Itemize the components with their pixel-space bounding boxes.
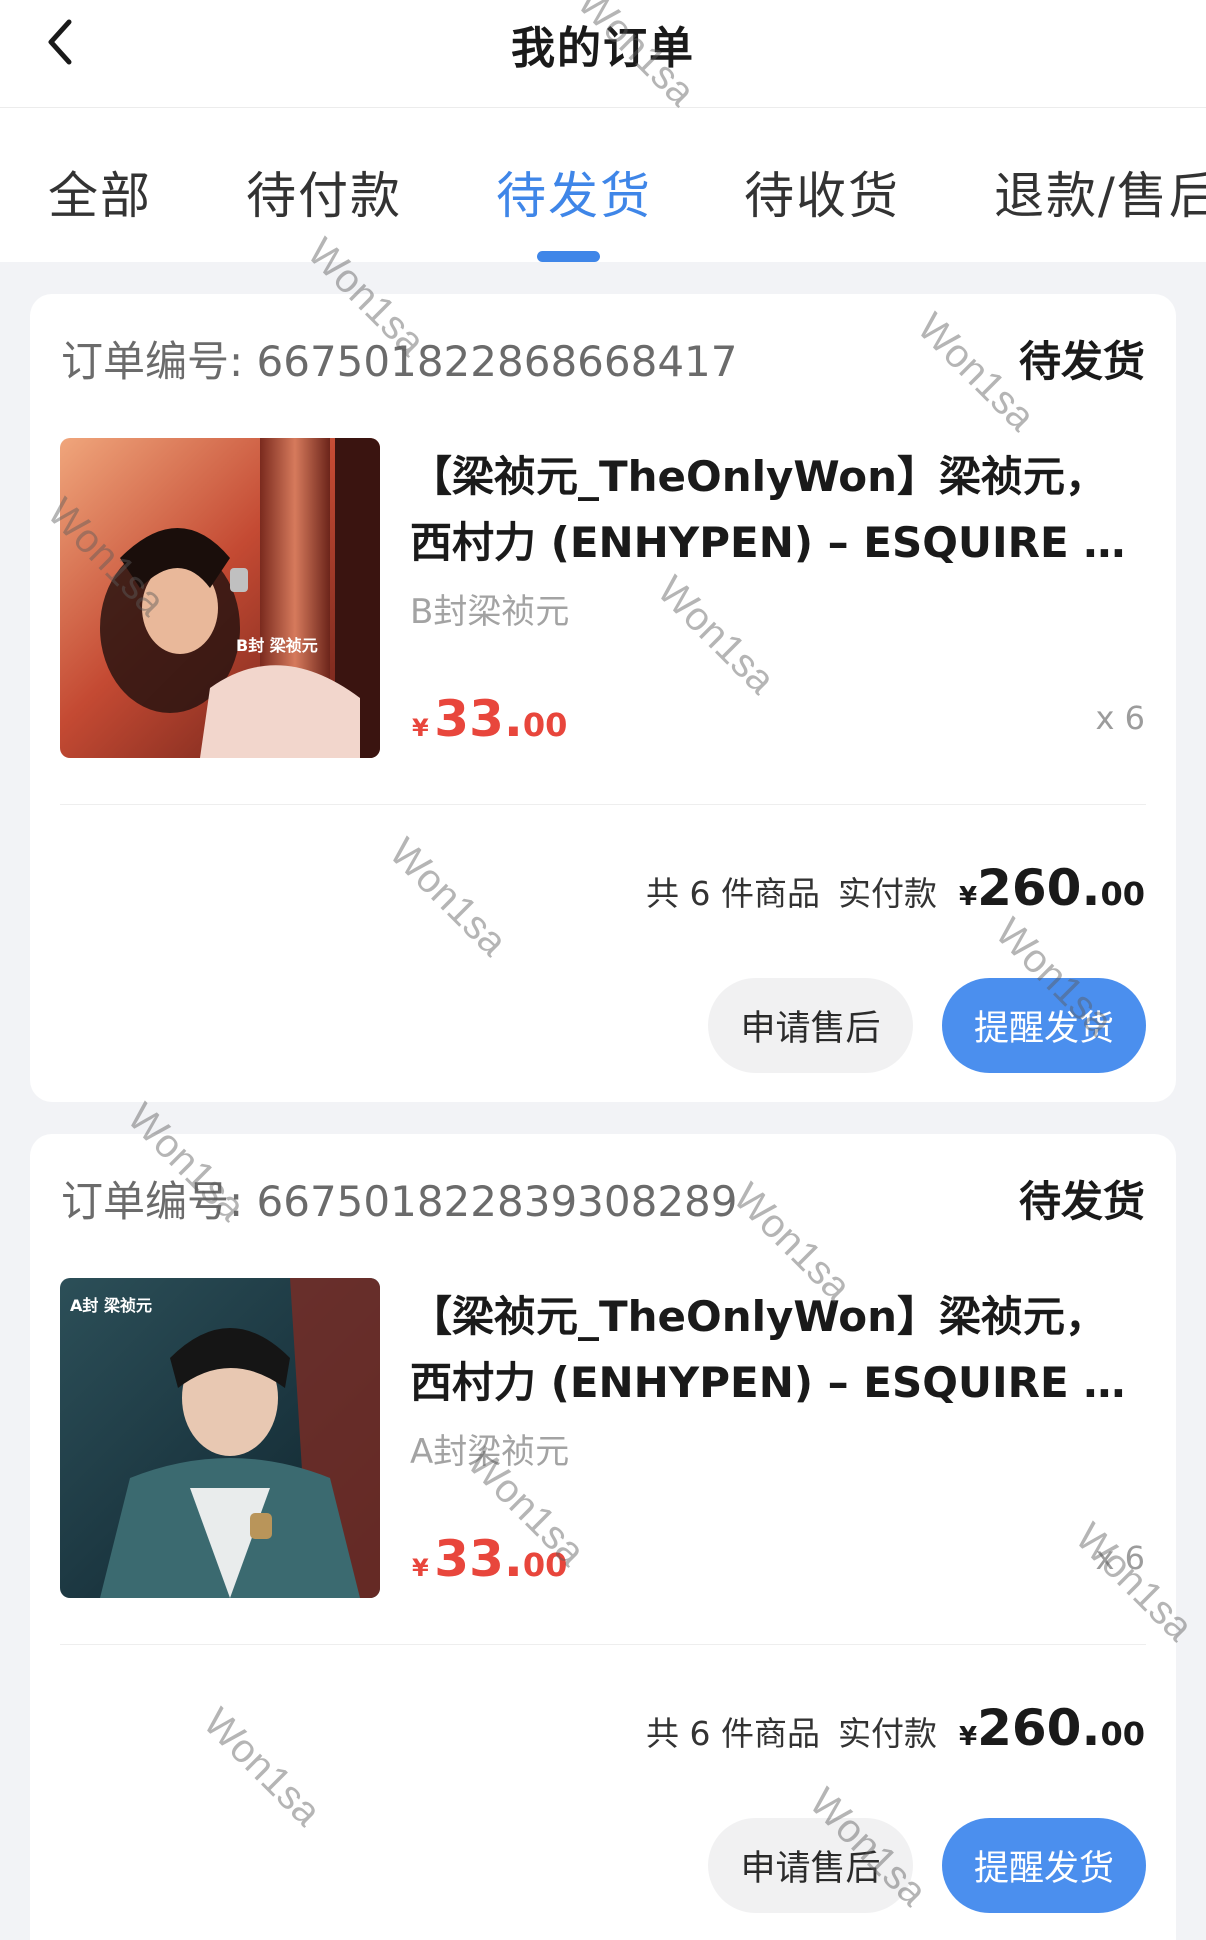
product-quantity: x 6 [1095, 699, 1145, 737]
total-integer: 260. [977, 1699, 1101, 1757]
active-tab-indicator [537, 251, 600, 262]
order-number: 订单编号: 667501822839308289 [61, 1177, 738, 1226]
product-quantity: x 6 [1095, 1539, 1145, 1577]
product-title-line: 西村力 (ENHYPEN) – ESQUIRE … [410, 518, 1126, 567]
remind-shipment-button[interactable]: 提醒发货 [942, 978, 1146, 1073]
product-title-line: 西村力 (ENHYPEN) – ESQUIRE … [410, 1358, 1126, 1407]
item-count: 共 6 件商品 [646, 874, 820, 913]
order-status: 待发货 [1018, 1177, 1145, 1226]
product-photo-b [60, 438, 380, 758]
order-summary: 共 6 件商品 实付款 ¥ 260. 00 [646, 1699, 1145, 1757]
product-title-line: 【梁祯元_TheOnlyWon】梁祯元， [410, 452, 1107, 501]
product-price: ¥ 33.00 [412, 690, 567, 748]
total-decimal: 00 [1100, 1715, 1145, 1753]
order-number: 订单编号: 667501822868668417 [61, 337, 738, 386]
total-currency: ¥ [959, 1722, 978, 1752]
navigation-bar: 我的订单 [0, 0, 1206, 108]
divider [60, 804, 1146, 805]
product-price: ¥ 33.00 [412, 1530, 567, 1588]
product-photo-a [60, 1278, 380, 1598]
order-card[interactable]: 订单编号: 667501822839308289 待发货 A封 梁祯元 【梁祯元… [30, 1134, 1176, 1940]
item-count: 共 6 件商品 [646, 1714, 820, 1753]
order-card[interactable]: 订单编号: 667501822868668417 待发货 B封 梁祯元 【梁祯元… [30, 294, 1176, 1102]
apply-after-sale-button[interactable]: 申请售后 [708, 1818, 913, 1913]
product-variant: B封梁祯元 [410, 592, 570, 632]
price-decimal: 00 [522, 1546, 568, 1584]
product-image[interactable]: A封 梁祯元 [60, 1278, 380, 1598]
price-integer: 33. [434, 1530, 523, 1588]
image-caption: A封 梁祯元 [70, 1296, 152, 1315]
product-variant: A封梁祯元 [410, 1432, 570, 1472]
price-integer: 33. [434, 690, 523, 748]
tab-pending-receipt[interactable]: 待收货 [744, 156, 900, 228]
price-currency: ¥ [412, 714, 429, 742]
tab-all[interactable]: 全部 [48, 156, 152, 228]
product-title[interactable]: 【梁祯元_TheOnlyWon】梁祯元， 西村力 (ENHYPEN) – ESQ… [410, 1284, 1150, 1416]
tab-pending-payment[interactable]: 待付款 [246, 156, 402, 228]
product-title-line: 【梁祯元_TheOnlyWon】梁祯元， [410, 1292, 1107, 1341]
image-caption: B封 梁祯元 [236, 636, 318, 655]
page-title: 我的订单 [511, 23, 695, 74]
total-integer: 260. [977, 859, 1101, 917]
total-currency: ¥ [959, 882, 978, 912]
order-status: 待发货 [1018, 337, 1145, 386]
total-decimal: 00 [1100, 875, 1145, 913]
divider [60, 1644, 1146, 1645]
product-image[interactable]: B封 梁祯元 [60, 438, 380, 758]
product-title[interactable]: 【梁祯元_TheOnlyWon】梁祯元， 西村力 (ENHYPEN) – ESQ… [410, 444, 1150, 576]
paid-label: 实付款 [838, 1714, 937, 1753]
apply-after-sale-button[interactable]: 申请售后 [708, 978, 913, 1073]
paid-label: 实付款 [838, 874, 937, 913]
tab-pending-shipment[interactable]: 待发货 [496, 156, 652, 228]
price-currency: ¥ [412, 1554, 429, 1582]
order-summary: 共 6 件商品 实付款 ¥ 260. 00 [646, 859, 1145, 917]
order-tabs: 全部 待付款 待发货 待收货 退款/售后 [0, 108, 1206, 262]
tab-refund-after-sale[interactable]: 退款/售后 [994, 156, 1206, 228]
remind-shipment-button[interactable]: 提醒发货 [942, 1818, 1146, 1913]
price-decimal: 00 [522, 706, 568, 744]
